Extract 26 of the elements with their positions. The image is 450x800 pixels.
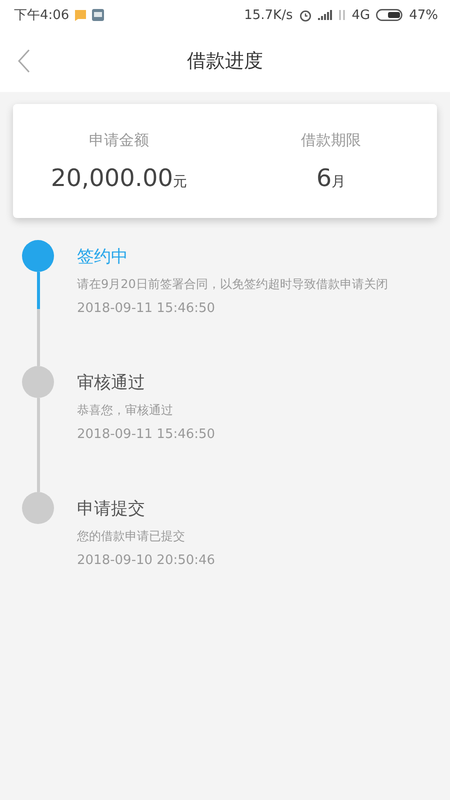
battery-icon (376, 9, 404, 21)
step-description: 您的借款申请已提交 (77, 528, 186, 545)
notification-icon (75, 10, 86, 20)
step-title: 签约中 (77, 246, 129, 269)
status-time: 下午4:06 (14, 7, 70, 24)
battery-level: 47% (409, 8, 438, 22)
summary-value: 6月 (316, 164, 346, 192)
progress-line (36, 272, 40, 309)
step-description: 恭喜您，审核通过 (77, 402, 174, 419)
page-title: 借款进度 (187, 49, 263, 74)
summary-label: 借款期限 (301, 131, 361, 150)
step-time: 2018-09-11 15:46:50 (77, 427, 216, 442)
app-icon (92, 9, 104, 21)
network-speed: 15.7K/s (244, 8, 293, 22)
step-title: 申请提交 (77, 498, 146, 521)
network-type: 4G (352, 8, 370, 22)
summary-value: 20,000.00元 (50, 164, 188, 192)
alarm-icon (298, 8, 312, 22)
back-icon[interactable] (16, 49, 32, 73)
step-description: 请在9月20日前签署合同，以免签约超时导致借款申请关闭 (77, 276, 388, 293)
step-title: 审核通过 (77, 372, 146, 395)
step-time: 2018-09-10 20:50:46 (77, 553, 216, 568)
summary-label: 申请金额 (89, 131, 149, 150)
data-transfer-icon (338, 9, 346, 21)
step-time: 2018-09-11 15:46:50 (77, 301, 216, 316)
signal-icon (318, 10, 332, 20)
